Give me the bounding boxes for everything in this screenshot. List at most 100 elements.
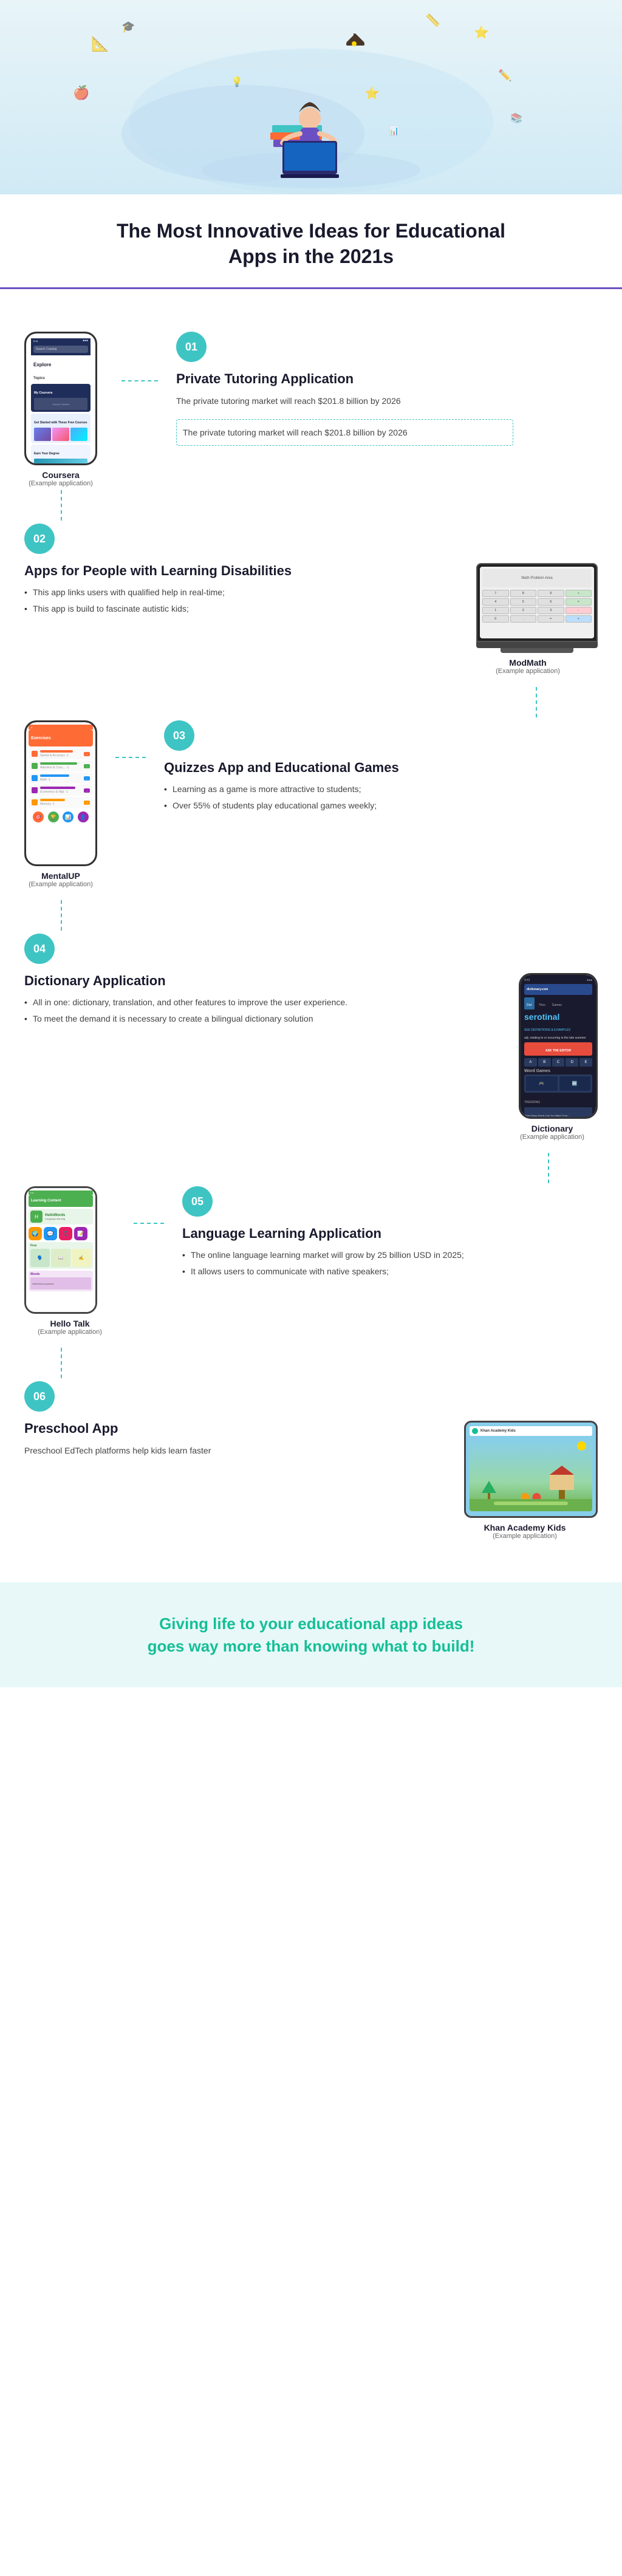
svg-text:📐: 📐 — [91, 35, 109, 52]
khan-app-sub: (Example application) — [484, 1532, 566, 1540]
dict-btn: ASK THE EDITOR — [545, 1049, 571, 1053]
hellotalk-brand: HelloWords — [45, 1214, 65, 1217]
coursera-card2: Get Started with These Free Courses — [34, 421, 87, 425]
badge-03: 03 — [164, 720, 194, 751]
hellotalk-app-name: Hello Talk — [38, 1319, 102, 1328]
section-05-content: 05 Language Learning Application The onl… — [182, 1186, 598, 1282]
section-02-list: This app links users with qualified help… — [24, 586, 440, 615]
ht-icon-3: 🎵 — [59, 1227, 72, 1240]
dictionary-phone: 9:41 ●●● dictionary.com Dict — [519, 973, 598, 1119]
ht-icon-1: 🌍 — [29, 1227, 42, 1240]
ht-icon-2: 💬 — [44, 1227, 57, 1240]
dict-screen: 9:41 ●●● dictionary.com Dict — [521, 975, 596, 1117]
svg-text:📚: 📚 — [510, 113, 522, 124]
connector-05 — [134, 1186, 164, 1224]
dictionary-label: Dictionary (Example application) — [520, 1124, 584, 1141]
section-05-item-1: The online language learning market will… — [182, 1249, 598, 1262]
modmath-laptop-container: Math Problem Area 7 8 9 ÷ 4 5 6 × — [458, 563, 598, 675]
svg-text:⭐: ⭐ — [364, 86, 380, 100]
khan-app-name: Khan Academy Kids — [484, 1523, 566, 1532]
content-wrapper: 9:41 ●●● Search Catalog Explore — [0, 289, 622, 1570]
section-05-list: The online language learning market will… — [182, 1249, 598, 1278]
explore-label: Explore — [33, 362, 51, 367]
badge-02: 02 — [24, 524, 55, 554]
dictionary-phone-container: 9:41 ●●● dictionary.com Dict — [507, 973, 598, 1141]
mentalup-header: Exercises — [29, 729, 93, 746]
modmath-laptop: Math Problem Area 7 8 9 ÷ 4 5 6 × — [476, 563, 598, 653]
mentalup-app-name: MentalUP — [29, 871, 93, 881]
khan-screen: Khan Academy Kids — [466, 1423, 596, 1516]
section-04-title: Dictionary Application — [24, 973, 488, 989]
cta-section: Giving life to your educational app idea… — [0, 1582, 622, 1687]
ht-free-label: Free — [30, 1244, 91, 1248]
main-title: The Most Innovative Ideas for Educationa… — [49, 219, 573, 269]
ht-words-label: Words — [30, 1273, 91, 1276]
coursera-card3: Earn Your Degree — [34, 452, 60, 456]
khan-tablet: Khan Academy Kids — [464, 1421, 598, 1518]
mentalup-phone: ● Exercises Speed & Accuracy -1 → — [24, 720, 97, 866]
mentalup-label: MentalUP (Example application) — [29, 871, 93, 888]
section-02-item-2: This app is build to fascinate autistic … — [24, 603, 440, 615]
hero-section: 📐 ⭐ ✏️ 🍎 📚 🎓 📏 ⭐ 💡 📊 — [0, 0, 622, 194]
hellotalk-label: Hello Talk (Example application) — [38, 1319, 102, 1336]
badge-05: 05 — [182, 1186, 213, 1217]
hellotalk-phone: 9:41 Learning Content H HelloWords Langu… — [24, 1186, 97, 1314]
connector-down-02 — [24, 687, 598, 717]
exercise-dot-2 — [32, 763, 38, 769]
khan-header: Khan Academy Kids — [470, 1426, 592, 1436]
badge-06: 06 — [24, 1381, 55, 1412]
dict-site-label: dictionary.com — [527, 988, 548, 991]
section-02-item-1: This app links users with qualified help… — [24, 586, 440, 599]
dictionary-app-name: Dictionary — [520, 1124, 584, 1133]
exercise-dot-5 — [32, 799, 38, 805]
hellotalk-screen: 9:41 Learning Content H HelloWords Langu… — [26, 1188, 95, 1312]
svg-text:🍎: 🍎 — [73, 84, 89, 100]
cta-line2: goes way more than knowing what to build… — [148, 1637, 475, 1655]
topics-label: Topics — [33, 377, 45, 380]
section-02-wrapper: 02 Apps for People with Learning Disabil… — [24, 524, 598, 675]
section-01-content: 01 Private Tutoring Application The priv… — [176, 332, 598, 446]
exercise-item-4: Economics & Mgt. -1 → — [29, 785, 93, 796]
modmath-screen: Math Problem Area 7 8 9 ÷ 4 5 6 × — [476, 563, 598, 642]
hellotalk-app-sub: (Example application) — [38, 1328, 102, 1336]
section-06-wrapper: 06 Preschool App Preschool EdTech platfo… — [24, 1381, 598, 1540]
section-02-title: Apps for People with Learning Disabiliti… — [24, 563, 440, 579]
coursera-screen: 9:41 ●●● Search Catalog Explore — [26, 333, 95, 463]
mentalup-header-text: Exercises — [31, 736, 51, 740]
khan-title: Khan Academy Kids — [480, 1429, 516, 1433]
section-05-title: Language Learning Application — [182, 1226, 598, 1242]
section-04-item-1: All in one: dictionary, translation, and… — [24, 996, 488, 1009]
connector-down-03 — [24, 900, 598, 931]
section-02-text: Apps for People with Learning Disabiliti… — [24, 563, 440, 619]
connector-01 — [121, 332, 158, 381]
section-01-desc: The private tutoring market will reach $… — [176, 394, 598, 408]
section-03-content: 03 Quizzes App and Educational Games Lea… — [164, 720, 598, 816]
ht-icon-4: 📝 — [74, 1227, 87, 1240]
section-05-item-2: It allows users to communicate with nati… — [182, 1265, 598, 1278]
dict-word: serotinal — [524, 1012, 592, 1022]
exercise-item-2: Attention & Conc... -1 → — [29, 760, 93, 771]
exercise-dot-1 — [32, 751, 38, 757]
section-06-text: Preschool App Preschool EdTech platforms… — [24, 1421, 434, 1462]
exercise-item-1: Speed & Accuracy -1 → — [29, 748, 93, 759]
hellotalk-header: Learning Content — [29, 1195, 93, 1207]
title-section: The Most Innovative Ideas for Educationa… — [0, 194, 622, 289]
section-04-wrapper: 04 Dictionary Application All in one: di… — [24, 934, 598, 1141]
exercise-dot-4 — [32, 787, 38, 793]
dict-def-label: SEE DEFINITIONS & EXAMPLES — [524, 1028, 570, 1032]
exercise-dot-3 — [32, 775, 38, 781]
section-01-title: Private Tutoring Application — [176, 371, 598, 387]
hellotalk-header-text: Learning Content — [31, 1199, 61, 1203]
coursera-card1: My Coursera — [34, 391, 52, 395]
section-06-desc: Preschool EdTech platforms help kids lea… — [24, 1444, 434, 1457]
exercise-item-3: Math -1 → — [29, 773, 93, 784]
svg-text:🎓: 🎓 — [121, 21, 135, 33]
modmath-app-name: ModMath — [496, 658, 560, 668]
connector-03 — [115, 720, 146, 758]
modmath-label: ModMath (Example application) — [496, 658, 560, 675]
cta-title: Giving life to your educational app idea… — [49, 1613, 573, 1657]
section-01-desc-inner: The private tutoring market will reach $… — [183, 426, 507, 439]
dict-trending: TRENDING — [524, 1101, 540, 1104]
coursera-app-sub: (Example application) — [29, 480, 93, 487]
svg-text:✏️: ✏️ — [498, 69, 511, 81]
